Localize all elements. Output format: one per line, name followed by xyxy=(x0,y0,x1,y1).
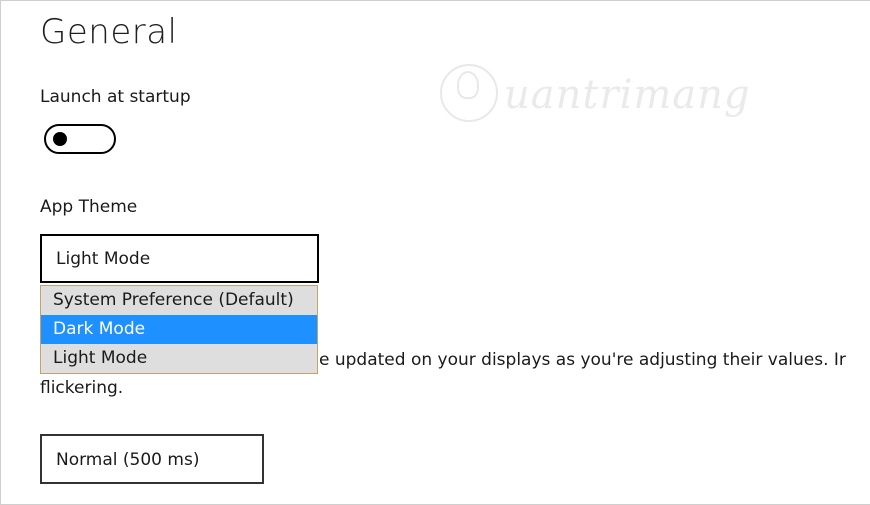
app-theme-select[interactable]: Light Mode xyxy=(40,234,319,283)
app-theme-label: App Theme xyxy=(40,197,138,217)
page-title: General xyxy=(40,12,178,52)
launch-at-startup-label: Launch at startup xyxy=(40,87,191,107)
theme-option-light[interactable]: Light Mode xyxy=(41,344,317,373)
lightbulb-icon xyxy=(457,71,479,99)
app-theme-selected-value: Light Mode xyxy=(56,249,151,269)
watermark-text: uantrimang xyxy=(504,72,751,118)
update-interval-value: Normal (500 ms) xyxy=(56,450,200,470)
app-theme-dropdown-menu: System Preference (Default) Dark Mode Li… xyxy=(40,285,318,374)
update-description-line2: flickering. xyxy=(40,378,124,398)
theme-option-dark[interactable]: Dark Mode xyxy=(41,315,317,344)
theme-option-system[interactable]: System Preference (Default) xyxy=(41,286,317,315)
toggle-knob xyxy=(53,132,67,146)
watermark-logo: uantrimang xyxy=(440,60,780,130)
update-interval-select[interactable]: Normal (500 ms) xyxy=(40,434,264,484)
launch-at-startup-toggle[interactable] xyxy=(44,124,116,154)
update-description: e updated on your displays as you're adj… xyxy=(319,350,846,370)
